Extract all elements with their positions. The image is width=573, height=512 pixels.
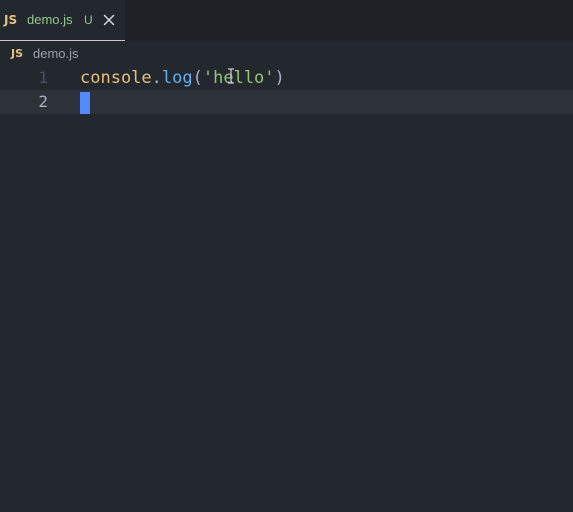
breadcrumb-item-demo-js[interactable]: demo.js: [33, 46, 79, 62]
code-text: console.log('hello'): [80, 66, 285, 90]
breadcrumb: JS demo.js: [0, 41, 573, 66]
tab-bar: JS demo.js U: [0, 0, 573, 41]
token-dot: .: [151, 68, 162, 88]
token-open-paren: (: [192, 68, 203, 88]
untracked-status-badge: U: [84, 13, 93, 27]
tab-label: demo.js: [27, 12, 73, 27]
tab-demo-js[interactable]: JS demo.js U: [0, 0, 125, 41]
close-icon[interactable]: [101, 12, 117, 28]
token-string: 'hello': [202, 68, 275, 88]
ibeam-cursor-icon: [226, 68, 236, 84]
text-cursor: [80, 92, 90, 114]
code-editor[interactable]: 1 console.log('hello') 2: [0, 66, 573, 512]
token-method: log: [161, 68, 193, 88]
line-number: 1: [38, 68, 48, 87]
line-number: 2: [38, 92, 48, 111]
token-close-paren: ): [274, 68, 285, 88]
code-line[interactable]: 1 console.log('hello'): [0, 66, 573, 90]
token-object: console: [80, 68, 152, 88]
javascript-file-icon: JS: [11, 47, 24, 60]
javascript-file-icon: JS: [4, 13, 18, 27]
current-code-line[interactable]: 2: [0, 90, 573, 114]
